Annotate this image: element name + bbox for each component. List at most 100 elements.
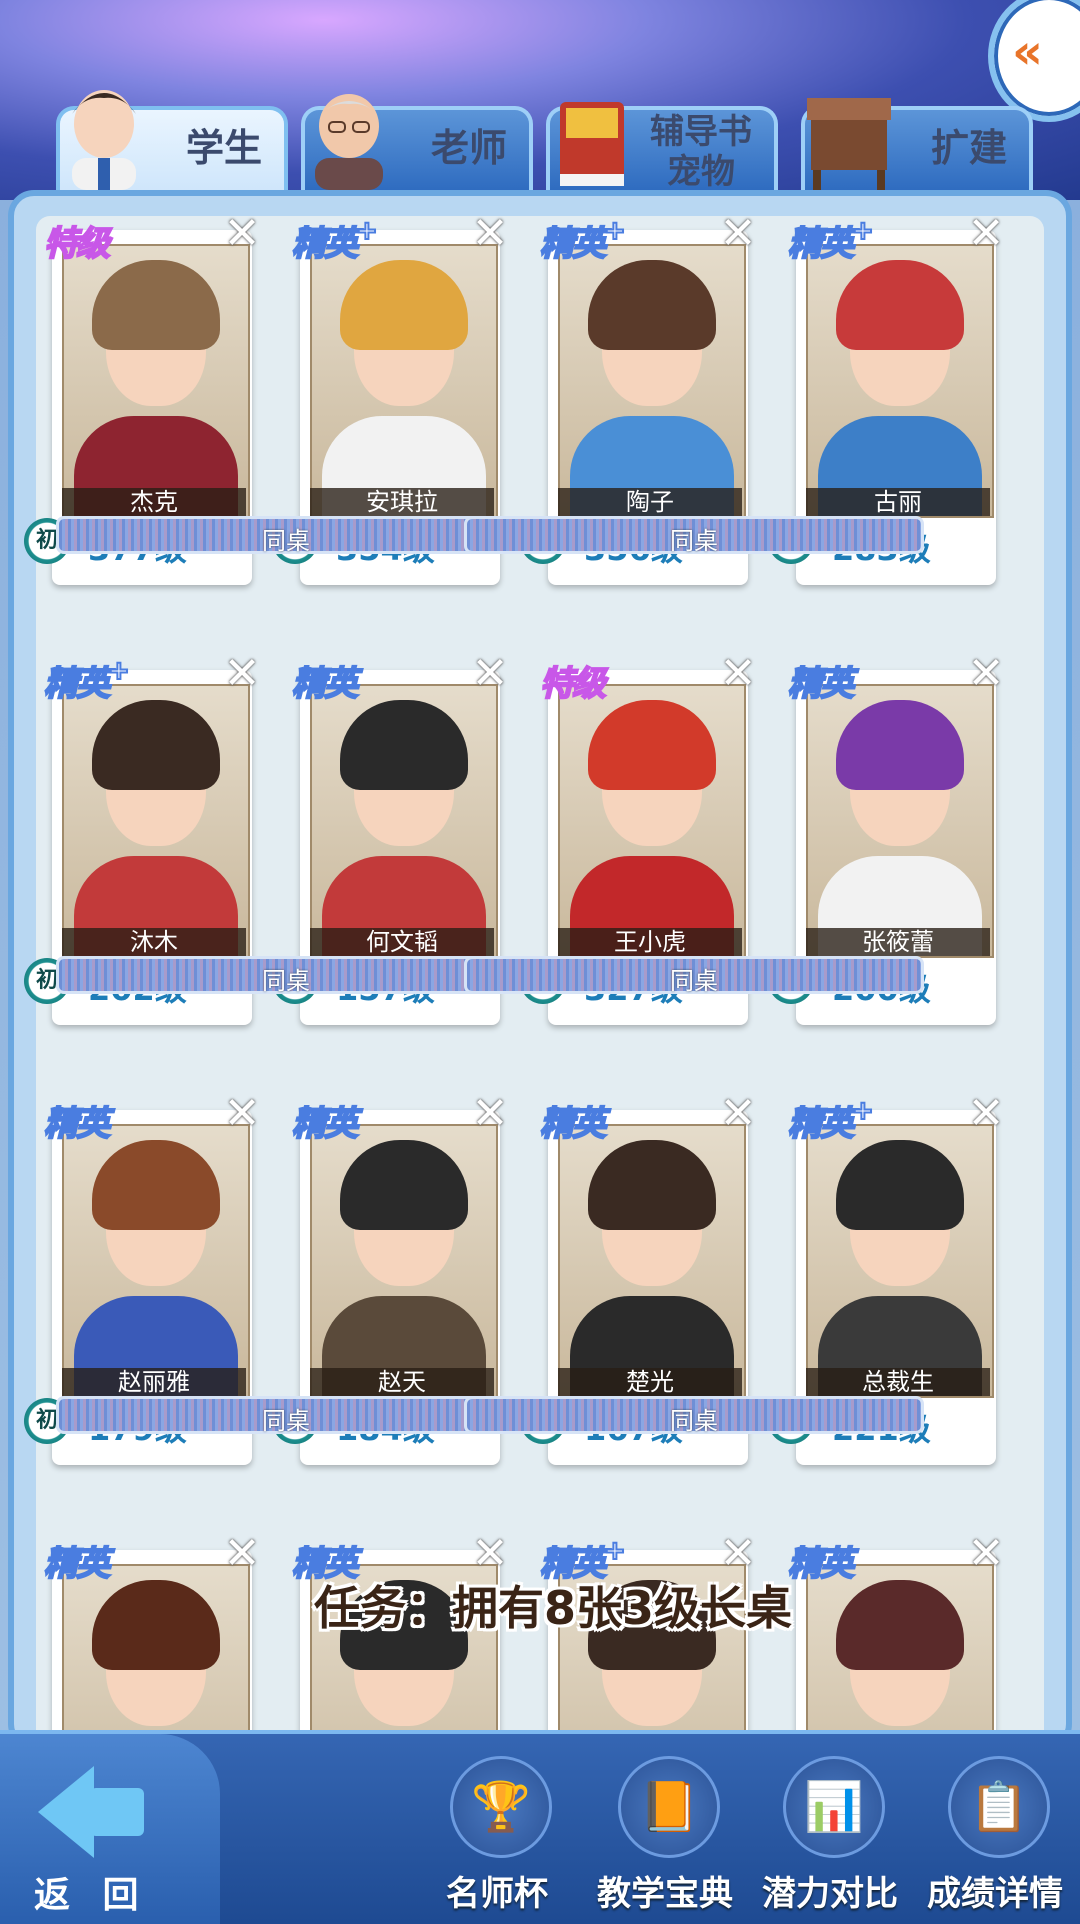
- desk-mate-label: 同桌: [670, 1407, 718, 1435]
- desk-mate-bar: 同桌: [56, 1396, 516, 1435]
- close-icon[interactable]: ✕: [716, 212, 760, 256]
- desk-mate-label: 同桌: [262, 527, 310, 555]
- plus-icon: +: [851, 1095, 875, 1127]
- close-icon[interactable]: ✕: [964, 1532, 1008, 1576]
- student-portrait: [558, 1124, 746, 1398]
- plus-icon: +: [603, 1535, 627, 1567]
- close-icon[interactable]: ✕: [220, 212, 264, 256]
- student-avatar-icon: [54, 78, 154, 190]
- student-portrait: [62, 684, 250, 958]
- student-name: 总裁生: [806, 1368, 990, 1396]
- student-portrait: [558, 244, 746, 518]
- student-panel: 特级✕杰克初377级精英+✕安琪拉初354级精英+✕陶子初356级精英+✕古丽初…: [8, 190, 1072, 1905]
- student-portrait: [806, 244, 994, 518]
- student-portrait: [558, 684, 746, 958]
- student-portrait: [310, 1124, 498, 1398]
- tier-badge: 特级: [43, 223, 111, 265]
- plus-icon: +: [107, 655, 131, 687]
- student-name: 古丽: [806, 488, 990, 516]
- trophy-icon: 🏆: [450, 1756, 552, 1858]
- tier-badge: 精英: [787, 1543, 855, 1585]
- student-name: 沐木: [62, 928, 246, 956]
- back-button[interactable]: 返 回: [24, 1766, 154, 1916]
- close-icon[interactable]: ✕: [220, 652, 264, 696]
- task-banner: 任务：拥有8张3级长桌: [314, 1581, 793, 1635]
- chart-books-icon: 📊: [783, 1756, 885, 1858]
- tier-badge: 特级: [539, 663, 607, 705]
- tier-badge: 精英+: [291, 215, 379, 265]
- student-name: 张筱蕾: [806, 928, 990, 956]
- close-icon[interactable]: ✕: [220, 1092, 264, 1136]
- close-icon[interactable]: ✕: [964, 1092, 1008, 1136]
- tab-students[interactable]: 学生: [56, 90, 288, 190]
- desk-icon: [799, 78, 899, 190]
- tab-teachers-label: 老师: [430, 126, 507, 170]
- book-icon: [544, 78, 644, 190]
- report-icon: 📋: [948, 1756, 1050, 1858]
- tier-badge: 精英+: [539, 215, 627, 265]
- close-icon[interactable]: ✕: [220, 1532, 264, 1576]
- plus-icon: +: [851, 215, 875, 247]
- desk-mate-bar: 同桌: [464, 956, 924, 995]
- student-name: 楚光: [558, 1368, 742, 1396]
- close-icon[interactable]: ✕: [468, 1092, 512, 1136]
- student-name: 王小虎: [558, 928, 742, 956]
- desk-mate-label: 同桌: [262, 967, 310, 995]
- student-name: 赵天: [310, 1368, 494, 1396]
- student-name: 何文韬: [310, 928, 494, 956]
- student-name: 杰克: [62, 488, 246, 516]
- back-arrow-icon: [38, 1766, 94, 1858]
- close-icon[interactable]: ✕: [964, 212, 1008, 256]
- tab-expand-label: 扩建: [930, 126, 1007, 170]
- desk-mate-bar: 同桌: [56, 956, 516, 995]
- tier-badge: 精英+: [43, 655, 131, 705]
- tab-expand[interactable]: 扩建: [801, 98, 1033, 190]
- tab-books-pets[interactable]: 辅导书 宠物: [546, 102, 778, 192]
- score-details-button[interactable]: 📋 成绩详情: [920, 1756, 1070, 1916]
- student-portrait: [62, 244, 250, 518]
- student-portrait: [62, 1124, 250, 1398]
- plus-icon: +: [355, 215, 379, 247]
- close-icon[interactable]: ✕: [716, 1532, 760, 1576]
- close-icon[interactable]: ✕: [468, 212, 512, 256]
- back-button-label: 返 回: [34, 1875, 149, 1916]
- teaching-guide-button[interactable]: 📙 教学宝典: [590, 1756, 740, 1916]
- tier-badge: 精英: [291, 663, 359, 705]
- student-portrait: [806, 684, 994, 958]
- tier-badge: 精英: [539, 1103, 607, 1145]
- tab-teachers[interactable]: 老师: [301, 94, 533, 190]
- tier-badge: 精英: [787, 663, 855, 705]
- tier-badge: 精英+: [787, 1095, 875, 1145]
- close-icon[interactable]: ✕: [964, 652, 1008, 696]
- double-chevron-left-icon: «: [1012, 24, 1044, 80]
- close-icon[interactable]: ✕: [468, 1532, 512, 1576]
- tier-badge: 精英: [291, 1103, 359, 1145]
- close-icon[interactable]: ✕: [716, 652, 760, 696]
- famous-teacher-cup-button[interactable]: 🏆 名师杯: [422, 1756, 572, 1916]
- tab-books-pets-label: 辅导书 宠物: [650, 112, 752, 192]
- tier-badge: 精英: [43, 1543, 111, 1585]
- tier-badge: 精英: [43, 1103, 111, 1145]
- teacher-avatar-icon: [299, 78, 399, 190]
- bottom-bar: 返 回 🏆 名师杯 📙 教学宝典 📊 潜力对比 📋 成绩详情: [0, 1730, 1080, 1924]
- tab-bar: 学生 老师 辅导书 宠物 扩建: [56, 90, 1036, 192]
- desk-mate-label: 同桌: [262, 1407, 310, 1435]
- student-grid: 特级✕杰克初377级精英+✕安琪拉初354级精英+✕陶子初356级精英+✕古丽初…: [24, 212, 1044, 1905]
- student-name: 安琪拉: [310, 488, 494, 516]
- desk-mate-bar: 同桌: [56, 516, 516, 555]
- close-icon[interactable]: ✕: [468, 652, 512, 696]
- desk-mate-label: 同桌: [670, 967, 718, 995]
- potential-compare-button[interactable]: 📊 潜力对比: [755, 1756, 905, 1916]
- book-icon: 📙: [618, 1756, 720, 1858]
- close-icon[interactable]: ✕: [716, 1092, 760, 1136]
- student-name: 陶子: [558, 488, 742, 516]
- desk-mate-bar: 同桌: [464, 1396, 924, 1435]
- tab-students-label: 学生: [185, 126, 262, 170]
- student-portrait: [806, 1124, 994, 1398]
- student-portrait: [310, 244, 498, 518]
- tier-badge: 精英+: [787, 215, 875, 265]
- student-portrait: [310, 684, 498, 958]
- desk-mate-label: 同桌: [670, 527, 718, 555]
- student-name: 赵丽雅: [62, 1368, 246, 1396]
- plus-icon: +: [603, 215, 627, 247]
